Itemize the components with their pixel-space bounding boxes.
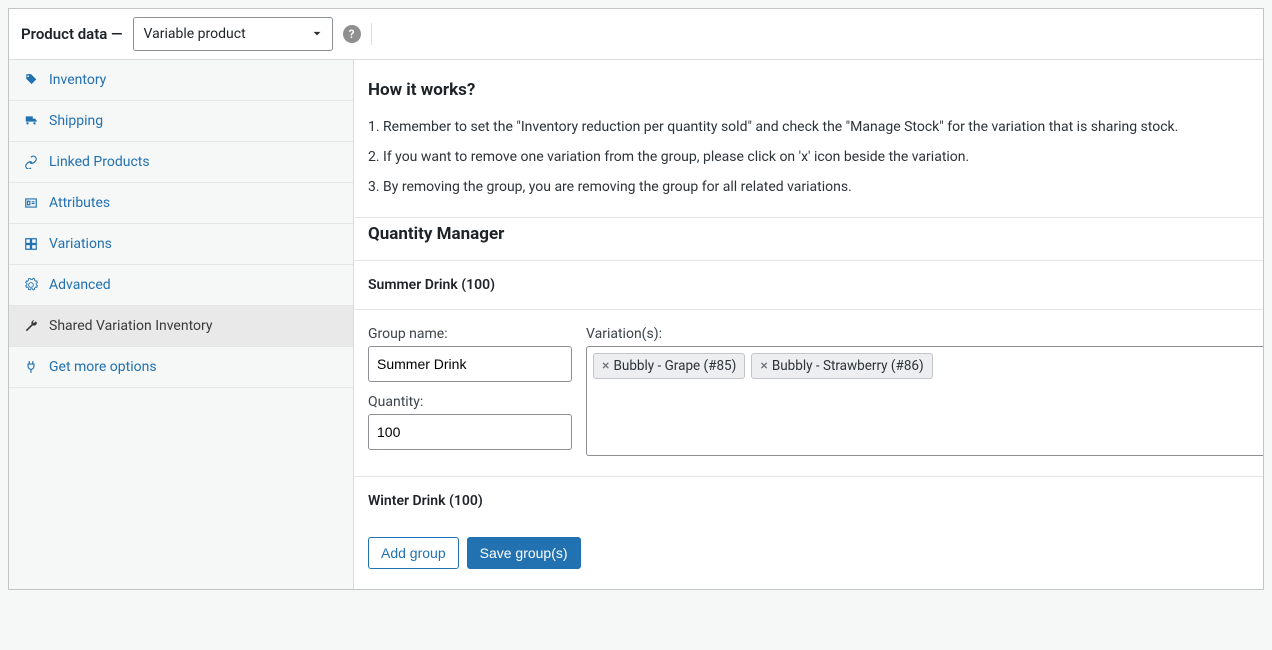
group-header[interactable]: Winter Drink (100) xyxy=(368,477,1263,525)
divider xyxy=(371,23,372,45)
group-right-fields: Variation(s): × Bubbly - Grape (#85) × B… xyxy=(586,326,1263,456)
panel-title: Product data — xyxy=(21,25,123,43)
main-content: How it works? 1. Remember to set the "In… xyxy=(354,60,1263,589)
group-actions: Add group Save group(s) xyxy=(368,537,1263,571)
group-winter-drink: Winter Drink (100) xyxy=(354,476,1263,525)
variation-tag: × Bubbly - Strawberry (#86) xyxy=(751,353,932,379)
how-step-1: 1. Remember to set the "Inventory reduct… xyxy=(368,116,1263,140)
quantity-label: Quantity: xyxy=(368,394,572,410)
product-type-value: Variable product xyxy=(144,26,246,42)
truck-icon xyxy=(23,113,39,129)
tab-label: Get more options xyxy=(49,359,157,375)
group-name-label: Group name: xyxy=(368,326,572,342)
wrench-icon xyxy=(23,318,39,334)
product-data-panel: Product data — Variable product ? Invent… xyxy=(8,8,1264,590)
group-summer-drink: Summer Drink (100) Group name: Quantity: xyxy=(354,260,1263,476)
variation-tag: × Bubbly - Grape (#85) xyxy=(593,353,745,379)
variations-select[interactable]: × Bubbly - Grape (#85) × Bubbly - Strawb… xyxy=(586,346,1263,456)
tab-shipping[interactable]: Shipping xyxy=(9,101,353,142)
link-icon xyxy=(23,154,39,170)
product-data-tabs: Inventory Shipping Linked Products Attri… xyxy=(9,60,354,589)
save-groups-button[interactable]: Save group(s) xyxy=(467,537,581,569)
tab-variations[interactable]: Variations xyxy=(9,224,353,265)
group-body: Group name: Quantity: Variation(s): × xyxy=(354,309,1263,476)
product-type-select[interactable]: Variable product xyxy=(133,17,333,51)
plug-icon xyxy=(23,359,39,375)
tab-label: Inventory xyxy=(49,72,106,88)
tag-icon xyxy=(23,72,39,88)
variation-tag-label: Bubbly - Grape (#85) xyxy=(613,358,736,374)
how-step-2: 2. If you want to remove one variation f… xyxy=(368,146,1263,170)
group-name-input[interactable] xyxy=(368,346,572,382)
add-group-button[interactable]: Add group xyxy=(368,537,459,569)
grid-icon xyxy=(23,236,39,252)
tab-advanced[interactable]: Advanced xyxy=(9,265,353,306)
id-icon xyxy=(23,195,39,211)
chevron-down-icon xyxy=(310,27,324,41)
panel-header: Product data — Variable product ? xyxy=(9,9,1263,60)
panel-body: Inventory Shipping Linked Products Attri… xyxy=(9,60,1263,589)
tab-label: Shared Variation Inventory xyxy=(49,318,213,334)
variations-label: Variation(s): xyxy=(586,326,1263,342)
tab-label: Advanced xyxy=(49,277,111,293)
group-left-fields: Group name: Quantity: xyxy=(368,326,572,456)
tab-shared-variation-inventory[interactable]: Shared Variation Inventory xyxy=(9,306,353,347)
remove-variation-icon[interactable]: × xyxy=(602,359,609,373)
divider xyxy=(354,217,1263,218)
tab-linked-products[interactable]: Linked Products xyxy=(9,142,353,183)
tab-label: Variations xyxy=(49,236,112,252)
tab-label: Shipping xyxy=(49,113,103,129)
tab-get-more-options[interactable]: Get more options xyxy=(9,347,353,388)
tab-label: Linked Products xyxy=(49,154,150,170)
how-it-works-title: How it works? xyxy=(368,80,1263,100)
tab-attributes[interactable]: Attributes xyxy=(9,183,353,224)
tab-inventory[interactable]: Inventory xyxy=(9,60,353,101)
remove-variation-icon[interactable]: × xyxy=(760,359,767,373)
quantity-input[interactable] xyxy=(368,414,572,450)
gear-icon xyxy=(23,277,39,293)
quantity-manager-title: Quantity Manager xyxy=(368,224,1263,244)
help-icon[interactable]: ? xyxy=(343,25,361,43)
variation-tag-label: Bubbly - Strawberry (#86) xyxy=(772,358,924,374)
group-header[interactable]: Summer Drink (100) xyxy=(368,261,1263,309)
tab-label: Attributes xyxy=(49,195,110,211)
how-step-3: 3. By removing the group, you are removi… xyxy=(368,176,1263,200)
